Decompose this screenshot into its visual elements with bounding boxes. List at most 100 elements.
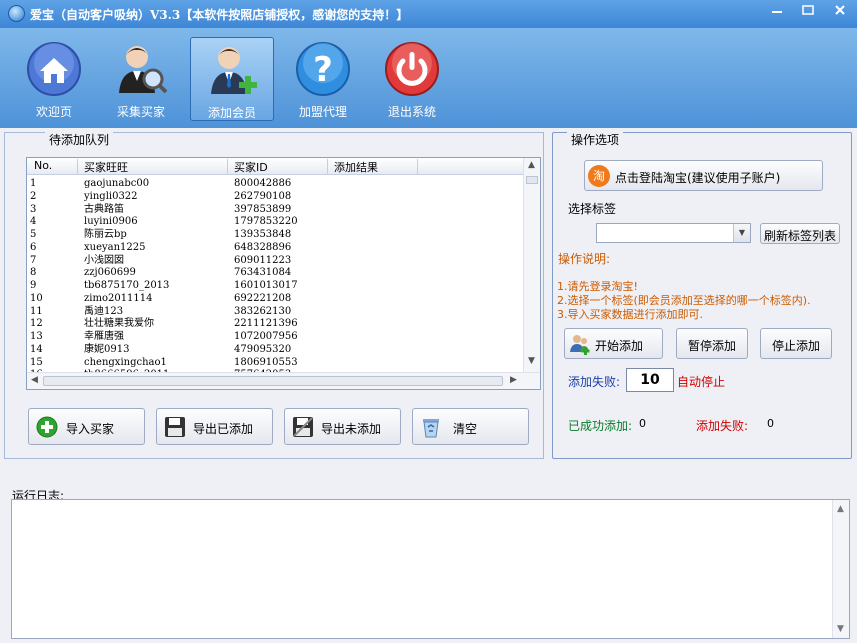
cell-name: 陈丽云bp <box>84 229 127 240</box>
tool-exit[interactable]: 退出系统 <box>370 37 454 121</box>
fail-limit-input[interactable]: 10 <box>626 368 674 392</box>
scroll-down-icon[interactable]: ▼ <box>837 624 844 634</box>
home-icon <box>27 42 81 96</box>
fail-count: 0 <box>767 417 774 430</box>
table-row[interactable]: 7 小浅囡囡 609011223 <box>27 254 523 267</box>
cell-name: 壮壮糖果我爱你 <box>84 318 154 330</box>
refresh-tags-button[interactable]: 刷新标签列表 <box>760 223 840 244</box>
stop-add-button[interactable]: 停止添加 <box>760 328 832 359</box>
cell-no: 8 <box>30 267 37 279</box>
scroll-down-icon[interactable]: ▼ <box>528 356 535 366</box>
cell-name: zzj060699 <box>84 267 136 279</box>
table-row[interactable]: 3 古典路笛 397853899 <box>27 203 523 216</box>
table-row[interactable]: 14 康妮0913 479095320 <box>27 343 523 356</box>
table-row[interactable]: 12 壮壮糖果我爱你 2211121396 <box>27 317 523 330</box>
login-taobao-label: 点击登陆淘宝(建议使用子账户) <box>615 171 781 185</box>
column-separator <box>77 159 78 174</box>
col-result[interactable]: 添加结果 <box>334 159 378 175</box>
minimize-button[interactable] <box>762 0 792 20</box>
stop-add-label: 停止添加 <box>772 339 821 353</box>
table-row[interactable]: 5 陈丽云bp 139353848 <box>27 228 523 241</box>
scroll-left-icon[interactable]: ◀ <box>31 375 38 385</box>
instructions-title: 操作说明: <box>558 252 611 266</box>
queue-vertical-scrollbar[interactable]: ▲ ▼ <box>523 158 540 372</box>
table-row[interactable]: 4 luyini0906 1797853220 <box>27 215 523 228</box>
floppy-disk-icon <box>293 417 313 437</box>
table-row[interactable]: 9 tb6875170_2013 1601013017 <box>27 279 523 292</box>
auto-stop-label: 自动停止 <box>677 375 726 389</box>
queue-horizontal-scrollbar[interactable]: ◀ ▶ <box>27 372 540 389</box>
success-label: 已成功添加: <box>568 419 633 433</box>
hscroll-thumb[interactable] <box>43 376 503 386</box>
cell-name: tb6875170_2013 <box>84 280 170 291</box>
cell-id: 609011223 <box>234 254 292 266</box>
floppy-disk-icon <box>165 417 185 437</box>
column-separator <box>327 159 328 174</box>
cell-id: 692221208 <box>234 292 292 304</box>
scroll-up-icon[interactable]: ▲ <box>837 504 844 514</box>
cell-no: 15 <box>30 356 43 368</box>
cell-no: 10 <box>30 292 43 304</box>
cell-name: 禹迪123 <box>84 305 124 317</box>
queue-list[interactable]: No. 买家旺旺 买家ID 添加结果 1 gaojunabc00 800042886… <box>26 157 541 390</box>
table-row[interactable]: 6 xueyan1225 648328896 <box>27 241 523 254</box>
table-row[interactable]: 11 禹迪123 383262130 <box>27 305 523 318</box>
table-row[interactable]: 1 gaojunabc00 800042886 <box>27 177 523 190</box>
log-vertical-scrollbar[interactable]: ▲ ▼ <box>832 500 849 638</box>
tool-agent[interactable]: ? 加盟代理 <box>281 37 365 121</box>
plus-icon <box>36 416 58 438</box>
export-not-added-button[interactable]: 导出未添加 <box>284 408 401 445</box>
fail-count-label: 添加失败: <box>696 419 749 433</box>
col-buyer-name[interactable]: 买家旺旺 <box>84 159 128 175</box>
chevron-down-icon[interactable]: ▼ <box>733 224 750 242</box>
users-icon <box>570 335 590 355</box>
col-no[interactable]: No. <box>34 159 52 172</box>
cell-name: 康妮0913 <box>84 343 130 355</box>
export-added-button[interactable]: 导出已添加 <box>156 408 273 445</box>
content-area: 待添加队列 No. 买家旺旺 买家ID 添加结果 1 gaojunabc00 800… <box>0 128 857 643</box>
table-row[interactable]: 15 chengxingchao1 1806910553 <box>27 356 523 369</box>
maximize-button[interactable] <box>793 0 823 20</box>
close-button[interactable] <box>823 0 857 20</box>
close-icon <box>835 5 845 15</box>
cell-no: 1 <box>30 178 37 189</box>
refresh-tags-label: 刷新标签列表 <box>764 229 837 243</box>
success-count: 0 <box>639 417 646 430</box>
tag-select[interactable]: ▼ <box>596 223 751 243</box>
recycle-bin-icon <box>423 419 439 438</box>
user-search-icon <box>119 46 168 94</box>
tool-welcome-label: 欢迎页 <box>35 105 72 119</box>
column-separator <box>417 159 418 174</box>
start-add-button[interactable]: 开始添加 <box>564 328 663 359</box>
scroll-up-icon[interactable]: ▲ <box>528 160 535 170</box>
cell-id: 1601013017 <box>234 280 298 291</box>
cell-id: 800042886 <box>234 178 292 189</box>
main-toolbar: 欢迎页 采集买家 添加会员 ? 加盟代理 退出系统 <box>0 28 857 128</box>
table-row[interactable]: 10 zimo2011114 692221208 <box>27 292 523 305</box>
queue-group: 待添加队列 No. 买家旺旺 买家ID 添加结果 1 gaojunabc00 800… <box>4 131 544 459</box>
clear-label: 清空 <box>453 422 478 436</box>
cell-no: 7 <box>30 254 37 266</box>
table-row[interactable]: 8 zzj060699 763431084 <box>27 266 523 279</box>
cell-no: 13 <box>30 331 43 342</box>
cell-name: 幸雁唐强 <box>84 331 124 342</box>
scroll-thumb[interactable] <box>526 176 538 184</box>
pause-add-button[interactable]: 暂停添加 <box>676 328 748 359</box>
tool-collect-buyers[interactable]: 采集买家 <box>99 37 183 121</box>
import-buyers-button[interactable]: 导入买家 <box>28 408 145 445</box>
tool-add-member[interactable]: 添加会员 <box>190 37 274 121</box>
log-textarea[interactable]: ▲ ▼ <box>11 499 850 639</box>
options-group-title: 操作选项 <box>567 131 624 148</box>
col-buyer-id[interactable]: 买家ID <box>234 159 268 175</box>
instruction-line: 3.导入买家数据进行添加即可. <box>557 308 703 321</box>
tool-welcome[interactable]: 欢迎页 <box>12 37 96 121</box>
cell-name: chengxingchao1 <box>84 356 167 368</box>
cell-name: zimo2011114 <box>84 292 153 304</box>
clear-button[interactable]: 清空 <box>412 408 529 445</box>
table-row[interactable]: 13 幸雁唐强 1072007956 <box>27 330 523 343</box>
window-title: 爱宝（自动客户吸纳）V3.3【本软件按照店铺授权，感谢您的支持！】 <box>30 8 409 22</box>
table-row[interactable]: 2 yingli0322 262790108 <box>27 190 523 203</box>
scroll-right-icon[interactable]: ▶ <box>510 375 517 385</box>
cell-id: 763431084 <box>234 267 292 279</box>
login-taobao-button[interactable]: 淘 点击登陆淘宝(建议使用子账户) <box>584 160 823 191</box>
